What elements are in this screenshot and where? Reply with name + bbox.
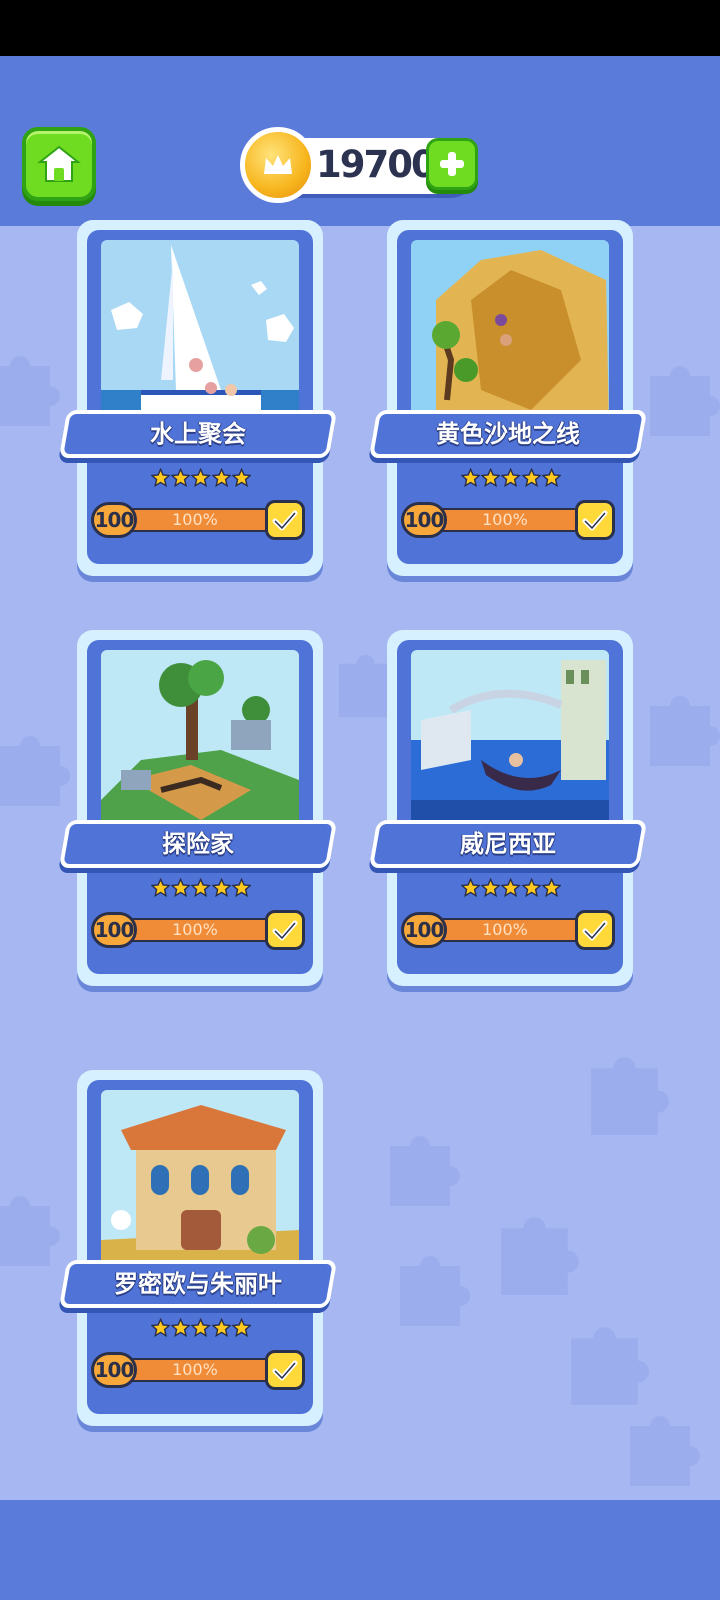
star-rating: [461, 468, 562, 490]
bottom-bar: [0, 1500, 720, 1600]
star-rating: [151, 878, 252, 900]
level-name: 威尼西亚: [460, 830, 556, 858]
level-card[interactable]: 威尼西亚 100% 100: [368, 630, 648, 986]
completed-badge: [265, 1350, 305, 1390]
level-thumbnail: [101, 240, 299, 426]
progress-label: 100%: [172, 920, 218, 939]
level-card[interactable]: 水上聚会 100% 100: [58, 220, 338, 576]
level-name: 探险家: [162, 830, 234, 858]
completed-badge: [265, 500, 305, 540]
puzzle-piece-icon: [400, 1256, 470, 1326]
level-card[interactable]: 黄色沙地之线 100% 100: [368, 220, 648, 576]
add-coins-button[interactable]: [426, 138, 478, 190]
status-bar: [0, 0, 720, 56]
level-thumbnail: [101, 1090, 299, 1276]
star-icon: [501, 468, 521, 488]
puzzle-piece-icon: [571, 1327, 649, 1405]
progress-label: 100%: [172, 510, 218, 529]
star-icon: [211, 468, 231, 488]
completed-badge: [575, 500, 615, 540]
puzzle-piece-icon: [630, 1416, 700, 1486]
puzzle-piece-icon: [501, 1217, 579, 1295]
star-icon: [461, 468, 481, 488]
star-rating: [151, 468, 252, 490]
star-icon: [151, 878, 171, 898]
level-thumbnail: [101, 650, 299, 836]
star-icon: [481, 878, 501, 898]
puzzle-piece-icon: [0, 736, 70, 806]
star-icon: [171, 468, 191, 488]
star-icon: [191, 878, 211, 898]
star-icon: [461, 878, 481, 898]
star-rating: [461, 878, 562, 900]
star-icon: [541, 468, 562, 488]
plus-icon: [440, 152, 464, 176]
puzzle-piece-icon: [591, 1057, 669, 1135]
checkmark-icon: [582, 920, 608, 941]
checkmark-icon: [272, 920, 298, 941]
progress-bar: 100%: [425, 508, 585, 532]
star-icon: [521, 468, 541, 488]
progress-label: 100%: [482, 920, 528, 939]
star-icon: [171, 1318, 191, 1338]
star-rating: [151, 1318, 252, 1340]
level-thumbnail: [411, 650, 609, 836]
crown-coin-icon: [240, 127, 316, 203]
level-name: 水上聚会: [150, 420, 246, 448]
star-icon: [151, 468, 171, 488]
progress-bar: 100%: [115, 1358, 275, 1382]
puzzle-piece-icon: [390, 1136, 460, 1206]
puzzle-piece-icon: [0, 356, 60, 426]
coin-amount: 19700: [316, 143, 437, 186]
level-name: 罗密欧与朱丽叶: [114, 1270, 282, 1298]
progress-bar: 100%: [115, 508, 275, 532]
star-icon: [231, 878, 252, 898]
level-badge: 100: [91, 912, 137, 948]
completed-badge: [575, 910, 615, 950]
level-thumbnail: [411, 240, 609, 426]
star-icon: [231, 468, 252, 488]
home-icon: [37, 145, 81, 182]
star-icon: [231, 1318, 252, 1338]
star-icon: [151, 1318, 171, 1338]
crown-icon: [264, 155, 292, 174]
progress-label: 100%: [172, 1360, 218, 1379]
completed-badge: [265, 910, 305, 950]
star-icon: [211, 1318, 231, 1338]
checkmark-icon: [272, 1360, 298, 1381]
puzzle-piece-icon: [650, 366, 720, 436]
level-badge: 100: [401, 502, 447, 538]
checkmark-icon: [272, 510, 298, 531]
level-name: 黄色沙地之线: [436, 420, 580, 448]
progress-bar: 100%: [425, 918, 585, 942]
level-badge: 100: [91, 502, 137, 538]
level-card[interactable]: 探险家 100% 100: [58, 630, 338, 986]
star-icon: [541, 878, 562, 898]
star-icon: [171, 878, 191, 898]
progress-label: 100%: [482, 510, 528, 529]
star-icon: [191, 468, 211, 488]
puzzle-piece-icon: [0, 1196, 60, 1266]
progress-bar: 100%: [115, 918, 275, 942]
puzzle-piece-icon: [650, 696, 720, 766]
home-button[interactable]: [22, 127, 96, 201]
checkmark-icon: [582, 510, 608, 531]
star-icon: [501, 878, 521, 898]
level-badge: 100: [91, 1352, 137, 1388]
star-icon: [191, 1318, 211, 1338]
star-icon: [211, 878, 231, 898]
star-icon: [521, 878, 541, 898]
level-badge: 100: [401, 912, 447, 948]
star-icon: [481, 468, 501, 488]
level-card[interactable]: 罗密欧与朱丽叶 100% 100: [58, 1070, 338, 1426]
